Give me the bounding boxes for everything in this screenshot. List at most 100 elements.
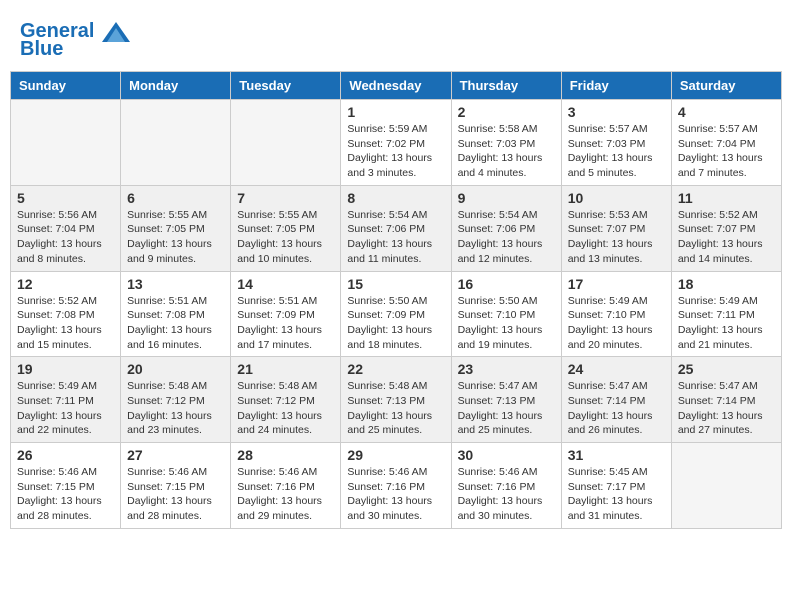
sunset-text: Sunset: 7:11 PM bbox=[17, 394, 114, 409]
day-info: Sunrise: 5:47 AMSunset: 7:14 PMDaylight:… bbox=[568, 379, 665, 438]
sunset-text: Sunset: 7:15 PM bbox=[127, 480, 224, 495]
calendar-table: SundayMondayTuesdayWednesdayThursdayFrid… bbox=[10, 71, 782, 529]
sunrise-text: Sunrise: 5:58 AM bbox=[458, 122, 555, 137]
day-number: 14 bbox=[237, 276, 334, 292]
day-number: 31 bbox=[568, 447, 665, 463]
sunset-text: Sunset: 7:08 PM bbox=[17, 308, 114, 323]
day-info: Sunrise: 5:52 AMSunset: 7:08 PMDaylight:… bbox=[17, 294, 114, 353]
sunset-text: Sunset: 7:09 PM bbox=[347, 308, 444, 323]
daylight-text: Daylight: 13 hours and 11 minutes. bbox=[347, 237, 444, 266]
sunrise-text: Sunrise: 5:48 AM bbox=[237, 379, 334, 394]
day-number: 30 bbox=[458, 447, 555, 463]
daylight-text: Daylight: 13 hours and 22 minutes. bbox=[17, 409, 114, 438]
daylight-text: Daylight: 13 hours and 25 minutes. bbox=[347, 409, 444, 438]
sunset-text: Sunset: 7:15 PM bbox=[17, 480, 114, 495]
calendar-cell: 13Sunrise: 5:51 AMSunset: 7:08 PMDayligh… bbox=[121, 271, 231, 357]
calendar-cell: 1 Sunrise: 5:59 AMSunset: 7:02 PMDaylight… bbox=[341, 100, 451, 186]
calendar-cell: 24Sunrise: 5:47 AMSunset: 7:14 PMDayligh… bbox=[561, 357, 671, 443]
calendar-cell: 23Sunrise: 5:47 AMSunset: 7:13 PMDayligh… bbox=[451, 357, 561, 443]
sunrise-text: Sunrise: 5:46 AM bbox=[458, 465, 555, 480]
calendar-cell: 25Sunrise: 5:47 AMSunset: 7:14 PMDayligh… bbox=[671, 357, 781, 443]
day-info: Sunrise: 5:48 AMSunset: 7:13 PMDaylight:… bbox=[347, 379, 444, 438]
day-number: 8 bbox=[347, 190, 444, 206]
calendar-cell: 17Sunrise: 5:49 AMSunset: 7:10 PMDayligh… bbox=[561, 271, 671, 357]
calendar-cell: 8Sunrise: 5:54 AMSunset: 7:06 PMDaylight… bbox=[341, 185, 451, 271]
sunrise-text: Sunrise: 5:50 AM bbox=[347, 294, 444, 309]
day-info: Sunrise: 5:46 AMSunset: 7:15 PMDaylight:… bbox=[17, 465, 114, 524]
calendar-cell: 2Sunrise: 5:58 AMSunset: 7:03 PMDaylight… bbox=[451, 100, 561, 186]
sunrise-text: Sunrise: 5:47 AM bbox=[458, 379, 555, 394]
day-info: Sunrise: 5:56 AMSunset: 7:04 PMDaylight:… bbox=[17, 208, 114, 267]
calendar-cell: 6Sunrise: 5:55 AMSunset: 7:05 PMDaylight… bbox=[121, 185, 231, 271]
calendar-cell: 9Sunrise: 5:54 AMSunset: 7:06 PMDaylight… bbox=[451, 185, 561, 271]
calendar-cell: 29Sunrise: 5:46 AMSunset: 7:16 PMDayligh… bbox=[341, 443, 451, 529]
day-info: Sunrise: 5:52 AMSunset: 7:07 PMDaylight:… bbox=[678, 208, 775, 267]
day-number: 22 bbox=[347, 361, 444, 377]
sunset-text: Sunset: 7:03 PM bbox=[568, 137, 665, 152]
day-number: 25 bbox=[678, 361, 775, 377]
daylight-text: Daylight: 13 hours and 30 minutes. bbox=[458, 494, 555, 523]
sunrise-text: Sunrise: 5:46 AM bbox=[17, 465, 114, 480]
day-info: Sunrise: 5:46 AMSunset: 7:16 PMDaylight:… bbox=[458, 465, 555, 524]
calendar-cell: 14Sunrise: 5:51 AMSunset: 7:09 PMDayligh… bbox=[231, 271, 341, 357]
calendar-cell: 21Sunrise: 5:48 AMSunset: 7:12 PMDayligh… bbox=[231, 357, 341, 443]
calendar-cell: 20Sunrise: 5:48 AMSunset: 7:12 PMDayligh… bbox=[121, 357, 231, 443]
calendar-cell: 19Sunrise: 5:49 AMSunset: 7:11 PMDayligh… bbox=[11, 357, 121, 443]
daylight-text: Daylight: 13 hours and 16 minutes. bbox=[127, 323, 224, 352]
sunset-text: Sunset: 7:04 PM bbox=[17, 222, 114, 237]
calendar-cell bbox=[121, 100, 231, 186]
daylight-text: Daylight: 13 hours and 9 minutes. bbox=[127, 237, 224, 266]
day-info: Sunrise: 5:54 AMSunset: 7:06 PMDaylight:… bbox=[458, 208, 555, 267]
daylight-text: Daylight: 13 hours and 12 minutes. bbox=[458, 237, 555, 266]
sunset-text: Sunset: 7:09 PM bbox=[237, 308, 334, 323]
sunset-text: Sunset: 7:12 PM bbox=[127, 394, 224, 409]
calendar-week-5: 26Sunrise: 5:46 AMSunset: 7:15 PMDayligh… bbox=[11, 443, 782, 529]
sunset-text: Sunset: 7:03 PM bbox=[458, 137, 555, 152]
day-info: Sunrise: 5:59 AMSunset: 7:02 PMDaylight:… bbox=[347, 122, 444, 181]
sunrise-text: Sunrise: 5:52 AM bbox=[678, 208, 775, 223]
calendar-cell: 12Sunrise: 5:52 AMSunset: 7:08 PMDayligh… bbox=[11, 271, 121, 357]
sunrise-text: Sunrise: 5:54 AM bbox=[458, 208, 555, 223]
sunrise-text: Sunrise: 5:46 AM bbox=[127, 465, 224, 480]
day-number: 1 bbox=[347, 104, 444, 120]
sunrise-text: Sunrise: 5:52 AM bbox=[17, 294, 114, 309]
sunrise-text: Sunrise: 5:49 AM bbox=[678, 294, 775, 309]
day-number: 27 bbox=[127, 447, 224, 463]
daylight-text: Daylight: 13 hours and 19 minutes. bbox=[458, 323, 555, 352]
sunset-text: Sunset: 7:10 PM bbox=[458, 308, 555, 323]
sunset-text: Sunset: 7:08 PM bbox=[127, 308, 224, 323]
day-number: 20 bbox=[127, 361, 224, 377]
daylight-text: Daylight: 13 hours and 31 minutes. bbox=[568, 494, 665, 523]
daylight-text: Daylight: 13 hours and 27 minutes. bbox=[678, 409, 775, 438]
sunset-text: Sunset: 7:06 PM bbox=[458, 222, 555, 237]
day-number: 4 bbox=[678, 104, 775, 120]
calendar-cell bbox=[11, 100, 121, 186]
calendar-cell: 27Sunrise: 5:46 AMSunset: 7:15 PMDayligh… bbox=[121, 443, 231, 529]
daylight-text: Daylight: 13 hours and 5 minutes. bbox=[568, 151, 665, 180]
calendar-cell: 3Sunrise: 5:57 AMSunset: 7:03 PMDaylight… bbox=[561, 100, 671, 186]
calendar-cell: 16Sunrise: 5:50 AMSunset: 7:10 PMDayligh… bbox=[451, 271, 561, 357]
logo: General Blue bbox=[20, 20, 130, 61]
sunrise-text: Sunrise: 5:49 AM bbox=[17, 379, 114, 394]
day-number: 16 bbox=[458, 276, 555, 292]
calendar-cell: 15Sunrise: 5:50 AMSunset: 7:09 PMDayligh… bbox=[341, 271, 451, 357]
weekday-header-friday: Friday bbox=[561, 72, 671, 100]
day-info: Sunrise: 5:47 AMSunset: 7:13 PMDaylight:… bbox=[458, 379, 555, 438]
calendar-week-1: 1 Sunrise: 5:59 AMSunset: 7:02 PMDaylight… bbox=[11, 100, 782, 186]
weekday-header-tuesday: Tuesday bbox=[231, 72, 341, 100]
sunset-text: Sunset: 7:07 PM bbox=[678, 222, 775, 237]
weekday-header-thursday: Thursday bbox=[451, 72, 561, 100]
sunset-text: Sunset: 7:12 PM bbox=[237, 394, 334, 409]
day-info: Sunrise: 5:55 AMSunset: 7:05 PMDaylight:… bbox=[237, 208, 334, 267]
logo-icon bbox=[102, 22, 130, 42]
sunrise-text: Sunrise: 5:45 AM bbox=[568, 465, 665, 480]
sunrise-text: Sunrise: 5:51 AM bbox=[127, 294, 224, 309]
day-number: 7 bbox=[237, 190, 334, 206]
day-number: 6 bbox=[127, 190, 224, 206]
day-number: 17 bbox=[568, 276, 665, 292]
daylight-text: Daylight: 13 hours and 24 minutes. bbox=[237, 409, 334, 438]
day-number: 5 bbox=[17, 190, 114, 206]
calendar-cell: 30 Sunrise: 5:46 AMSunset: 7:16 PMDayligh… bbox=[451, 443, 561, 529]
sunset-text: Sunset: 7:02 PM bbox=[347, 137, 444, 152]
sunset-text: Sunset: 7:17 PM bbox=[568, 480, 665, 495]
